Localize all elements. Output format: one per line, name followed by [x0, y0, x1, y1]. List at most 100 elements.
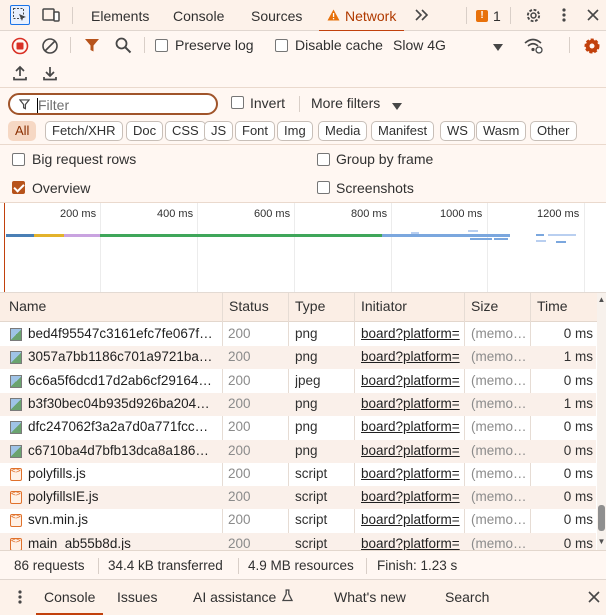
cell-initiator[interactable]: board?platform= [361, 346, 465, 369]
record-stop-icon[interactable] [11, 37, 29, 58]
device-toolbar-icon[interactable] [41, 5, 61, 25]
table-row[interactable]: 3057a7bb1186c701a9721ba… 200 png board?plat… [0, 346, 596, 370]
preserve-log-checkbox[interactable] [155, 39, 168, 52]
cell-initiator[interactable]: board?platform= [361, 393, 465, 416]
screenshots-checkbox[interactable] [317, 181, 330, 194]
timeline-bar [468, 230, 478, 232]
big-request-rows-label: Big request rows [32, 151, 137, 167]
table-row[interactable]: polyfills.js 200 script board?platform= (mem… [0, 463, 596, 486]
drawer-tab-search[interactable]: Search [445, 589, 489, 605]
drawer-tab-ai-assistance[interactable]: AI assistance [193, 589, 294, 605]
invert-checkbox[interactable] [231, 96, 244, 109]
cell-size: (memo… [471, 535, 527, 550]
table-row[interactable]: bed4f95547c3161efc7fe067f… 200 png board?pl… [0, 323, 596, 346]
scroll-up-arrow-icon[interactable]: ▲ [597, 295, 606, 305]
cell-initiator[interactable]: board?platform= [361, 486, 465, 509]
cell-initiator[interactable]: board?platform= [361, 533, 465, 550]
tab-sources[interactable]: Sources [251, 0, 302, 31]
network-overview-timeline[interactable]: 200 ms 400 ms 600 ms 800 ms 1000 ms 1200… [0, 203, 606, 293]
close-drawer-icon[interactable] [588, 591, 600, 606]
import-har-upload-icon[interactable] [12, 65, 28, 84]
image-file-icon [10, 444, 22, 458]
type-filter-css[interactable]: CSS [165, 121, 206, 141]
cell-initiator[interactable]: board?platform= [361, 416, 465, 439]
scroll-down-arrow-icon[interactable]: ▼ [597, 537, 606, 547]
column-header-time[interactable]: Time [530, 293, 568, 322]
more-tabs-chevron-icon[interactable] [412, 5, 432, 25]
cell-initiator[interactable]: board?platform= [361, 463, 465, 486]
settings-gear-icon[interactable] [523, 5, 543, 25]
type-filter-fetch-xhr[interactable]: Fetch/XHR [45, 121, 123, 141]
clear-icon[interactable] [41, 37, 59, 58]
cell-name: svn.min.js [28, 512, 89, 528]
export-har-download-icon[interactable] [42, 65, 58, 84]
cell-size: (memo… [471, 465, 527, 481]
overview-label: Overview [32, 180, 91, 196]
network-settings-gear-icon[interactable] [583, 37, 601, 58]
drawer-menu-kebab-icon[interactable] [18, 590, 22, 607]
throttling-select[interactable]: Slow 4G [391, 35, 511, 55]
cell-initiator[interactable]: board?platform= [361, 323, 465, 346]
grid-line [100, 203, 101, 292]
cell-status: 200 [228, 372, 251, 388]
table-row[interactable]: 6c6a5f6dcd17d2ab6cf29164… 200 jpeg board?pl… [0, 370, 596, 393]
drawer-tab-whats-new[interactable]: What's new [334, 589, 406, 605]
timeline-bar [34, 234, 64, 237]
filter-field[interactable] [8, 93, 218, 115]
request-count: 86 requests [14, 558, 85, 573]
drawer-tab-issues[interactable]: Issues [117, 589, 157, 605]
type-filter-font[interactable]: Font [235, 121, 276, 141]
cell-status: 200 [228, 465, 251, 481]
table-row[interactable]: c6710ba4d7bfb13dca8a186… 200 png board?plat… [0, 439, 596, 463]
table-header: Name Status Type Initiator Size Time [0, 293, 606, 322]
table-scrollbar[interactable]: ▲ ▼ [597, 293, 606, 550]
cell-time: 1 ms [563, 395, 593, 411]
table-row[interactable]: dfc247062f3a2a7d0a771fcc… 200 png board?pla… [0, 416, 596, 439]
table-row[interactable]: polyfillsIE.js 200 script board?platform= (m… [0, 486, 596, 510]
scrollbar-thumb[interactable] [598, 505, 605, 531]
tab-elements[interactable]: Elements [91, 0, 149, 31]
disable-cache-checkbox[interactable] [275, 39, 288, 52]
cell-initiator[interactable]: board?platform= [361, 509, 465, 532]
column-header-size[interactable]: Size [464, 293, 498, 322]
type-filter-manifest[interactable]: Manifest [371, 121, 435, 141]
divider [70, 37, 71, 53]
big-request-rows-checkbox[interactable] [12, 153, 25, 166]
network-summary-bar: 86 requests 34.4 kB transferred 4.9 MB r… [0, 550, 606, 579]
search-icon[interactable] [115, 37, 132, 57]
tab-console[interactable]: Console [173, 0, 224, 31]
group-by-frame-checkbox[interactable] [317, 153, 330, 166]
close-icon[interactable] [583, 5, 603, 25]
more-filters-dropdown[interactable]: More filters [311, 92, 411, 114]
image-file-icon [10, 397, 22, 411]
tab-network[interactable]: Network [318, 0, 405, 32]
tab-label: Sources [251, 7, 303, 24]
network-conditions-wifi-icon[interactable] [523, 37, 543, 57]
cell-initiator[interactable]: board?platform= [361, 440, 465, 463]
cell-size: (memo… [471, 326, 527, 341]
table-row[interactable]: b3f30bec04b935d926ba204… 200 png board?plat… [0, 392, 596, 416]
column-header-status[interactable]: Status [222, 293, 269, 322]
drawer-tab-console[interactable]: Console [35, 589, 104, 615]
column-header-type[interactable]: Type [288, 293, 325, 322]
filter-input[interactable] [38, 97, 208, 113]
type-filter-wasm[interactable]: Wasm [476, 121, 527, 141]
type-filter-img[interactable]: Img [277, 121, 313, 141]
overview-checkbox[interactable] [12, 181, 25, 194]
issues-counter[interactable]: ! 1 [476, 7, 501, 24]
type-filter-media[interactable]: Media [318, 121, 368, 141]
column-header-name[interactable]: Name [2, 293, 46, 322]
column-header-initiator[interactable]: Initiator [354, 293, 407, 322]
table-row[interactable]: main_ab55b8d.js 200 script board?platform= (… [0, 532, 596, 550]
type-filter-js[interactable]: JS [204, 121, 234, 141]
table-row[interactable]: svn.min.js 200 script board?platform= (memo…… [0, 509, 596, 532]
more-options-kebab-icon[interactable] [554, 5, 574, 25]
type-filter-doc[interactable]: Doc [126, 121, 164, 141]
inspect-element-icon[interactable] [10, 5, 30, 25]
timeline-bar [470, 238, 492, 240]
type-filter-all[interactable]: All [8, 121, 37, 141]
type-filter-other[interactable]: Other [530, 121, 577, 141]
type-filter-ws[interactable]: WS [440, 121, 475, 141]
cell-initiator[interactable]: board?platform= [361, 370, 465, 393]
filter-funnel-icon[interactable] [84, 38, 100, 56]
